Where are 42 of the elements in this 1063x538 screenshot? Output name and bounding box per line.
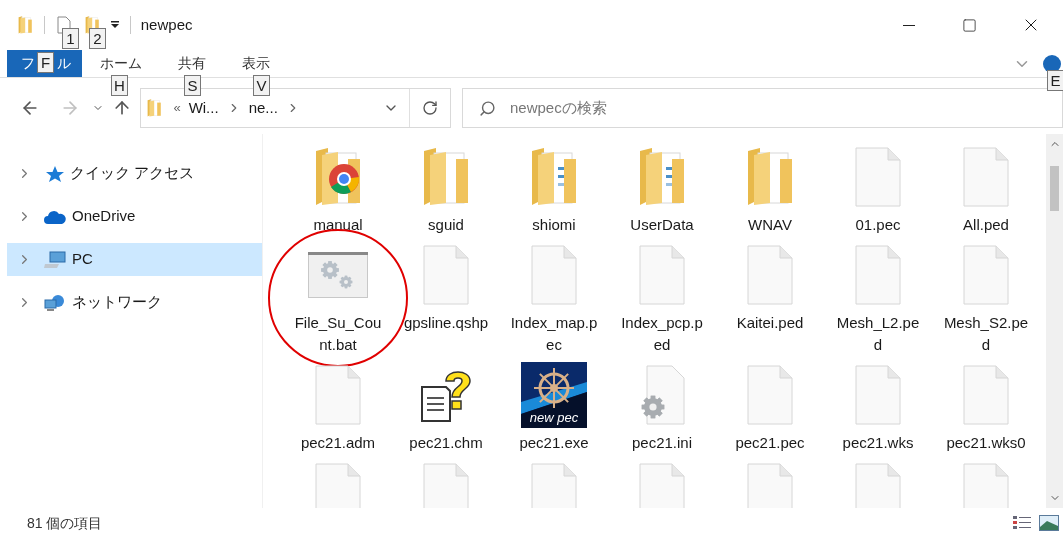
sidebar-item[interactable]: ネットワーク — [7, 286, 262, 319]
app-icon-label: new pec — [529, 410, 579, 426]
item-count: 81 個の項目 — [27, 513, 103, 533]
breadcrumb[interactable]: Wi... — [188, 96, 219, 120]
sidebar-item[interactable]: クイック アクセス — [7, 157, 262, 190]
keytip: E — [1047, 70, 1063, 91]
file-item[interactable]: pec21.chm — [392, 362, 500, 460]
file-item[interactable]: shiomi — [500, 144, 608, 242]
ribbon-tab[interactable]: 共有 — [168, 50, 216, 77]
file-item[interactable]: UserData — [608, 144, 716, 242]
file-item[interactable]: pec21.adm — [284, 362, 392, 460]
keytip: F — [37, 52, 54, 73]
file-item[interactable]: new pec pec21.exe — [500, 362, 608, 460]
file-item[interactable]: pec21.ini — [608, 362, 716, 460]
keytip: H — [111, 75, 128, 96]
file-item[interactable]: gpsline.qshp — [392, 242, 500, 340]
file-item[interactable]: manual — [284, 144, 392, 242]
file-item[interactable]: pec21.wks — [824, 362, 932, 460]
file-item[interactable]: Index_pcp.ped — [608, 242, 716, 362]
search-input[interactable]: newpecの検索 — [510, 96, 1062, 120]
file-item[interactable]: sguid — [392, 144, 500, 242]
sidebar-item[interactable]: PC — [7, 243, 262, 276]
breadcrumb[interactable]: ne... — [248, 96, 278, 120]
file-item[interactable]: WNAV — [716, 144, 824, 242]
file-item[interactable]: Mesh_L2.ped — [824, 242, 932, 362]
file-item[interactable]: pec21.wks0 — [932, 362, 1040, 460]
ribbon-tab[interactable]: ホーム — [90, 50, 152, 77]
keytip: S — [184, 75, 201, 96]
file-item[interactable]: pec21.pec — [716, 362, 824, 460]
keytip: V — [253, 75, 270, 96]
search-field[interactable]: newpecの検索 — [462, 88, 1063, 128]
keytip: 1 — [62, 28, 79, 49]
file-item[interactable]: 01.pec — [824, 144, 932, 242]
ribbon-tab[interactable]: 表示 — [232, 50, 280, 77]
file-item[interactable]: Kaitei.ped — [716, 242, 824, 340]
window-title: newpec — [140, 14, 193, 35]
overflow-crumb[interactable]: « — [173, 98, 181, 118]
sidebar-item[interactable]: OneDrive — [7, 200, 262, 233]
file-item[interactable]: Mesh_S2.ped — [932, 242, 1040, 362]
file-item[interactable]: All.ped — [932, 144, 1040, 242]
keytip: 2 — [89, 28, 106, 49]
file-item[interactable]: Index_map.pec — [500, 242, 608, 362]
